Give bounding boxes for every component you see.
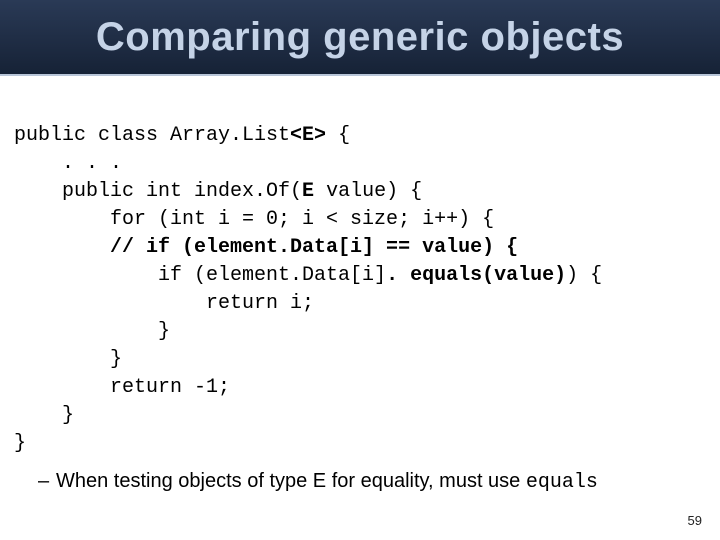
code-l6c: ) { [566,264,602,287]
code-l3a: public int index.Of( [14,180,302,203]
bullet-code: equals [526,471,598,494]
code-l1a: public class Array.List [14,124,290,147]
slide-header: Comparing generic objects [0,0,720,76]
code-l11: } [14,404,74,427]
code-l6b: . equals(value) [386,264,566,287]
code-l2: . . . [14,152,122,175]
code-l1c: { [326,124,350,147]
code-l9: } [14,348,122,371]
code-l7: return i; [14,292,314,315]
bullet-line: –When testing objects of type E for equa… [38,470,700,494]
code-l5: // if (element.Data[i] == value) { [14,236,518,259]
code-l10: return -1; [14,376,230,399]
code-l8: } [14,320,170,343]
code-l4: for (int i = 0; i < size; i++) { [14,208,494,231]
code-l1b: <E> [290,124,326,147]
bullet-text: When testing objects of type E for equal… [56,470,526,492]
code-l3c: value) { [314,180,422,203]
code-l12: } [14,432,26,455]
code-l6a: if (element.Data[i] [14,264,386,287]
slide-title: Comparing generic objects [96,15,624,60]
code-block: public class Array.List<E> { . . . publi… [14,94,720,458]
page-number: 59 [688,513,702,528]
bullet-dash: – [38,470,56,493]
code-l3b: E [302,180,314,203]
